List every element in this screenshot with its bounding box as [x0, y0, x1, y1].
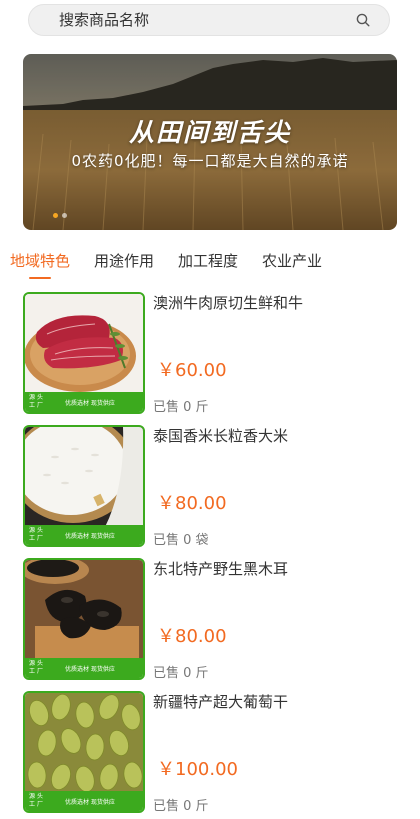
- product-info: 东北特产野生黑木耳 ￥80.00 已售 0 斤: [153, 558, 393, 681]
- category-tabs: 地域特色 用途作用 加工程度 农业产业: [10, 250, 322, 279]
- product-name[interactable]: 澳洲牛肉原切生鲜和牛: [153, 292, 393, 314]
- product-info: 新疆特产超大葡萄干 ￥100.00 已售 0 斤: [153, 691, 393, 814]
- product-list: 源 头 工 厂 优质选材 现货供应 澳洲牛肉原切生鲜和牛 ￥60.00 已售 0…: [23, 292, 403, 819]
- search-bar[interactable]: [28, 4, 390, 36]
- product-sold-count: 已售 0 斤: [153, 400, 209, 415]
- carousel-dot[interactable]: [53, 213, 58, 218]
- thumb-badge: 源 头 工 厂 优质选材 现货供应: [25, 525, 143, 545]
- tab-usage[interactable]: 用途作用: [94, 250, 154, 279]
- product-name[interactable]: 新疆特产超大葡萄干: [153, 691, 393, 713]
- badge-brand-bottom: 工 厂: [29, 402, 43, 409]
- product-card[interactable]: 源 头 工 厂 优质选材 现货供应 泰国香米长粒香大米 ￥80.00 已售 0 …: [23, 425, 403, 558]
- beef-steak-image: [25, 294, 143, 394]
- thumb-badge: 源 头 工 厂 优质选材 现货供应: [25, 392, 143, 412]
- tab-regional-specialty[interactable]: 地域特色: [10, 250, 70, 279]
- product-sold-count: 已售 0 斤: [153, 666, 209, 681]
- thumb-badge: 源 头 工 厂 优质选材 现货供应: [25, 658, 143, 678]
- product-price: ￥80.00: [157, 493, 227, 514]
- product-name[interactable]: 东北特产野生黑木耳: [153, 558, 393, 580]
- product-price: ￥60.00: [157, 360, 227, 381]
- tab-processing-level[interactable]: 加工程度: [178, 250, 238, 279]
- badge-brand-top: 源 头: [29, 527, 43, 534]
- search-icon[interactable]: [355, 12, 371, 28]
- badge-tagline: 优质选材 现货供应: [65, 532, 115, 540]
- rice-image: [25, 427, 143, 527]
- carousel-indicator: [53, 213, 67, 218]
- promo-banner[interactable]: 从田间到舌尖 0农药0化肥！每一口都是大自然的承诺: [23, 54, 397, 230]
- carousel-dot[interactable]: [62, 213, 67, 218]
- black-fungus-image: [25, 560, 143, 660]
- banner-subtitle: 0农药0化肥！每一口都是大自然的承诺: [71, 152, 349, 170]
- banner-title: 从田间到舌尖: [128, 118, 291, 147]
- product-sold-count: 已售 0 斤: [153, 799, 209, 814]
- badge-brand-bottom: 工 厂: [29, 668, 43, 675]
- product-card[interactable]: 源 头 工 厂 优质选材 现货供应 澳洲牛肉原切生鲜和牛 ￥60.00 已售 0…: [23, 292, 403, 425]
- product-price: ￥80.00: [157, 626, 227, 647]
- product-sold-count: 已售 0 袋: [153, 533, 209, 548]
- badge-brand-top: 源 头: [29, 793, 43, 800]
- raisins-image: [25, 693, 143, 793]
- badge-tagline: 优质选材 现货供应: [65, 798, 115, 806]
- product-info: 澳洲牛肉原切生鲜和牛 ￥60.00 已售 0 斤: [153, 292, 393, 415]
- badge-brand-top: 源 头: [29, 394, 43, 401]
- badge-tagline: 优质选材 现货供应: [65, 665, 115, 673]
- product-image[interactable]: 源 头 工 厂 优质选材 现货供应: [23, 558, 145, 680]
- badge-brand-bottom: 工 厂: [29, 535, 43, 542]
- product-image[interactable]: 源 头 工 厂 优质选材 现货供应: [23, 691, 145, 813]
- badge-brand-top: 源 头: [29, 660, 43, 667]
- product-card[interactable]: 源 头 工 厂 优质选材 现货供应 新疆特产超大葡萄干 ￥100.00 已售 0…: [23, 691, 403, 819]
- product-price: ￥100.00: [157, 759, 238, 780]
- product-info: 泰国香米长粒香大米 ￥80.00 已售 0 袋: [153, 425, 393, 548]
- product-image[interactable]: 源 头 工 厂 优质选材 现货供应: [23, 292, 145, 414]
- product-card[interactable]: 源 头 工 厂 优质选材 现货供应 东北特产野生黑木耳 ￥80.00 已售 0 …: [23, 558, 403, 691]
- search-input[interactable]: [59, 11, 355, 29]
- product-name[interactable]: 泰国香米长粒香大米: [153, 425, 393, 447]
- badge-tagline: 优质选材 现货供应: [65, 399, 115, 407]
- tab-agriculture-industry[interactable]: 农业产业: [262, 250, 322, 279]
- badge-brand-bottom: 工 厂: [29, 801, 43, 808]
- thumb-badge: 源 头 工 厂 优质选材 现货供应: [25, 791, 143, 811]
- product-image[interactable]: 源 头 工 厂 优质选材 现货供应: [23, 425, 145, 547]
